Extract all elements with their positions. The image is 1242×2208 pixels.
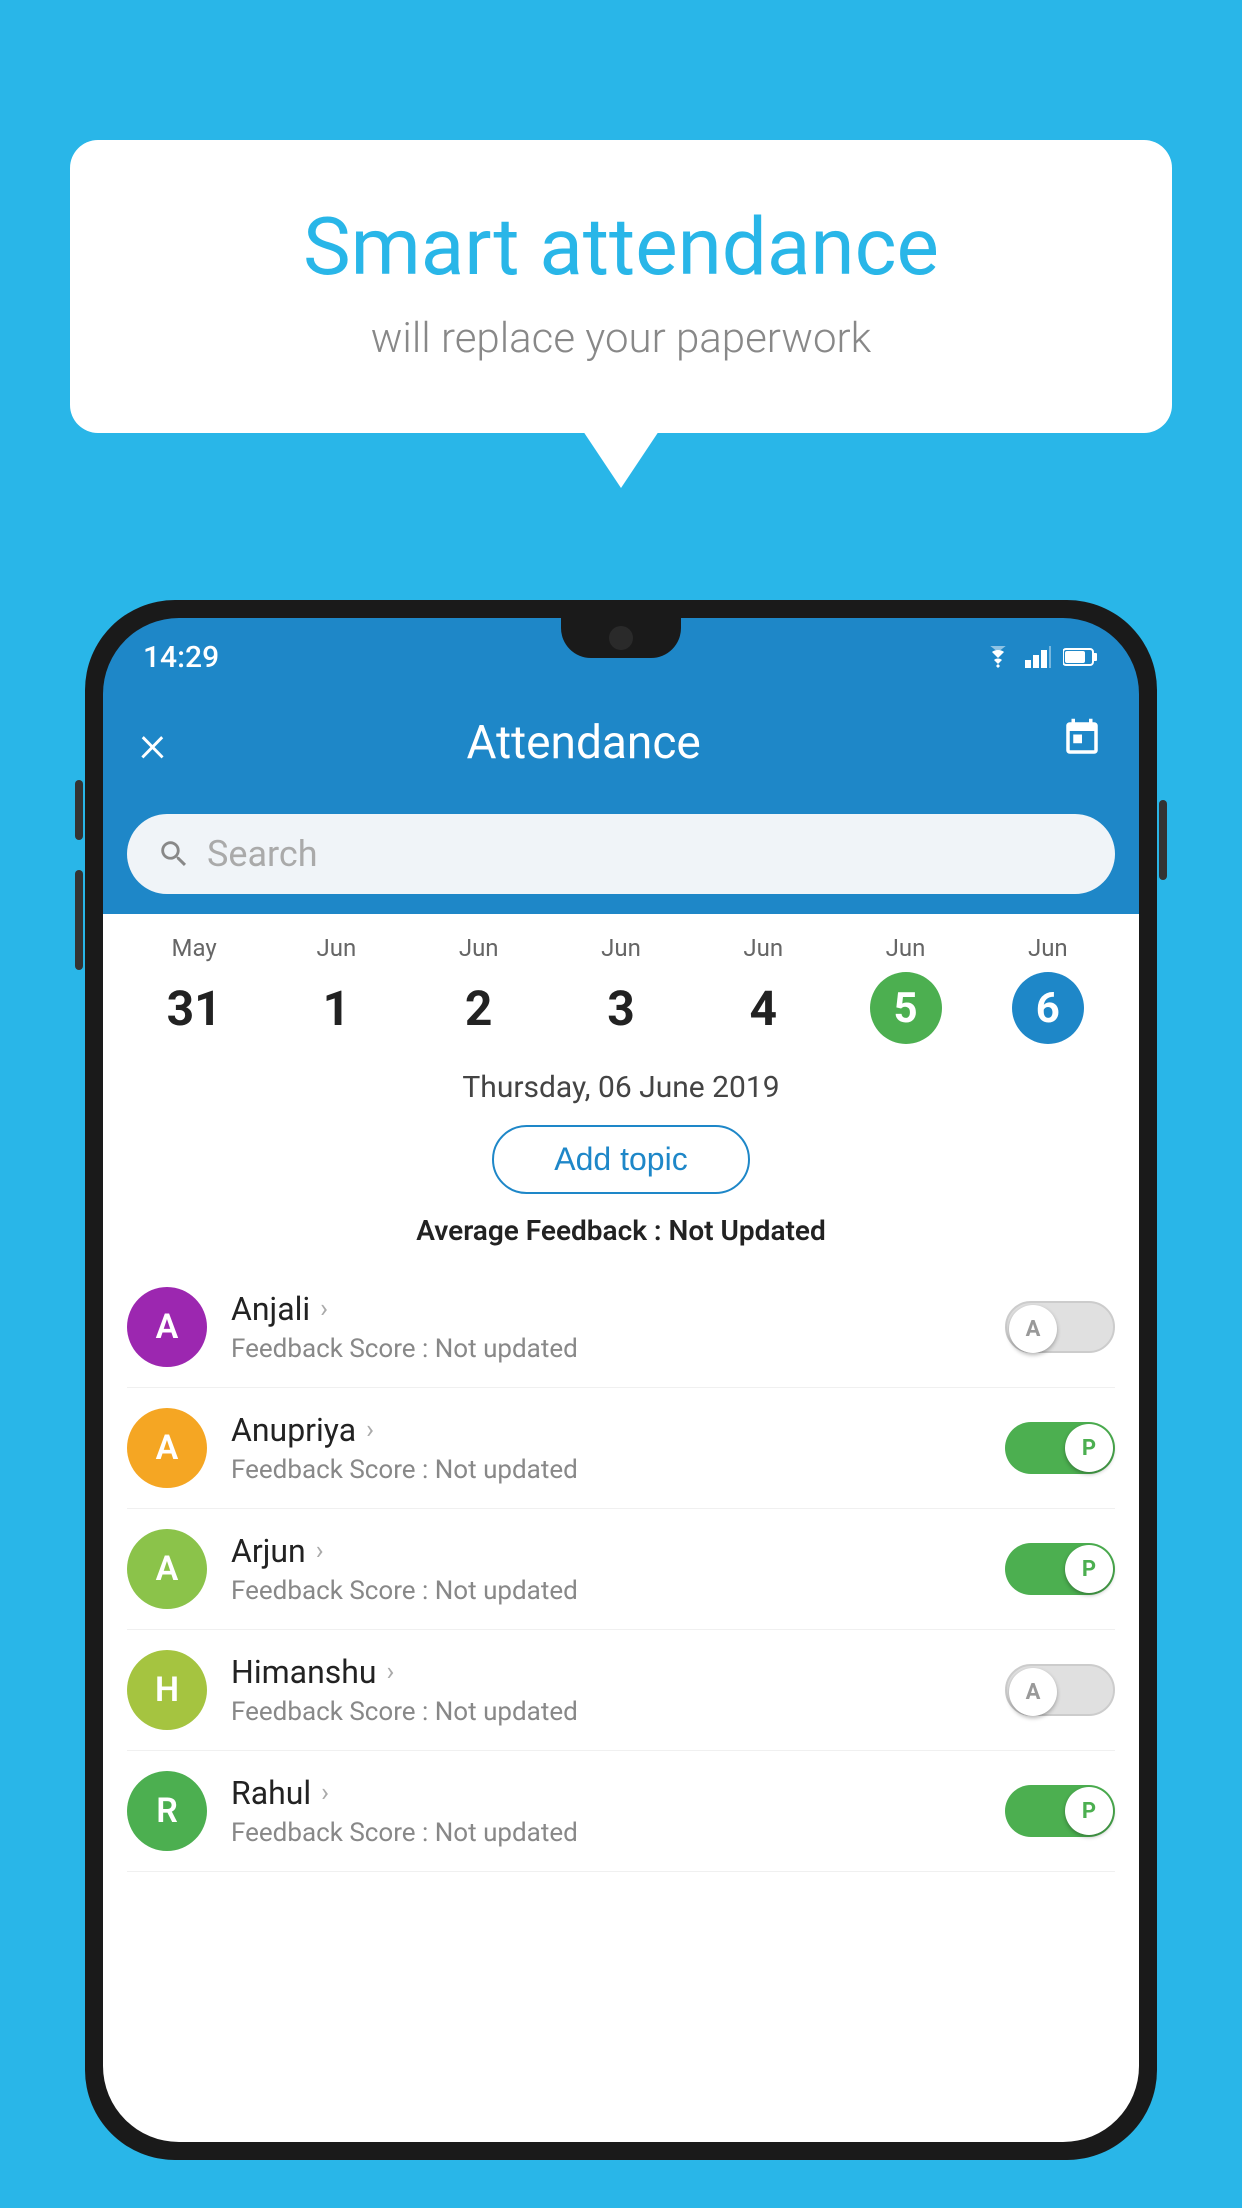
calendar-day[interactable]: Jun6 bbox=[977, 934, 1119, 1044]
phone-screen-content: Search May31Jun1Jun2Jun3Jun4Jun5Jun6 Thu… bbox=[103, 798, 1139, 2142]
student-name[interactable]: Anupriya › bbox=[231, 1411, 981, 1449]
chevron-right-icon: › bbox=[387, 1657, 395, 1687]
bubble-subtitle: will replace your paperwork bbox=[150, 314, 1092, 363]
app-bar: × Attendance bbox=[103, 688, 1139, 798]
phone-side-button-power bbox=[1159, 800, 1167, 880]
search-bar[interactable]: Search bbox=[127, 814, 1115, 894]
student-info: Himanshu › Feedback Score : Not updated bbox=[231, 1653, 981, 1727]
bubble-title: Smart attendance bbox=[150, 200, 1092, 294]
feedback-score: Feedback Score : Not updated bbox=[231, 1818, 981, 1848]
battery-icon bbox=[1063, 647, 1099, 667]
speech-bubble: Smart attendance will replace your paper… bbox=[70, 140, 1172, 433]
status-time: 14:29 bbox=[143, 640, 219, 675]
student-info: Anjali › Feedback Score : Not updated bbox=[231, 1290, 981, 1364]
avg-feedback-label: Average Feedback : bbox=[416, 1214, 661, 1247]
phone-notch bbox=[561, 618, 681, 658]
chevron-right-icon: › bbox=[366, 1415, 374, 1445]
phone-screen: 14:29 bbox=[103, 618, 1139, 2142]
student-row: A Arjun › Feedback Score : Not updated P bbox=[127, 1509, 1115, 1630]
wifi-icon bbox=[983, 646, 1013, 668]
avatar: H bbox=[127, 1650, 207, 1730]
feedback-score: Feedback Score : Not updated bbox=[231, 1576, 981, 1606]
calendar-day[interactable]: Jun4 bbox=[692, 934, 834, 1044]
avatar: A bbox=[127, 1408, 207, 1488]
chevron-right-icon: › bbox=[320, 1294, 328, 1324]
student-info: Arjun › Feedback Score : Not updated bbox=[231, 1532, 981, 1606]
app-bar-title: Attendance bbox=[196, 716, 971, 770]
student-name[interactable]: Arjun › bbox=[231, 1532, 981, 1570]
phone-outer: 14:29 bbox=[85, 600, 1157, 2160]
calendar-day[interactable]: May31 bbox=[123, 934, 265, 1044]
calendar-day[interactable]: Jun1 bbox=[265, 934, 407, 1044]
phone-wrapper: 14:29 bbox=[85, 600, 1157, 2208]
phone-camera bbox=[609, 626, 633, 650]
attendance-toggle[interactable]: P bbox=[1005, 1785, 1115, 1837]
calendar-day[interactable]: Jun2 bbox=[408, 934, 550, 1044]
chevron-right-icon: › bbox=[316, 1536, 324, 1566]
close-icon[interactable]: × bbox=[139, 713, 166, 774]
student-info: Rahul › Feedback Score : Not updated bbox=[231, 1774, 981, 1848]
student-name[interactable]: Rahul › bbox=[231, 1774, 981, 1812]
student-row: H Himanshu › Feedback Score : Not updated A bbox=[127, 1630, 1115, 1751]
phone-side-button-vol-up bbox=[75, 780, 83, 840]
student-row: A Anupriya › Feedback Score : Not updated P bbox=[127, 1388, 1115, 1509]
status-icons bbox=[983, 646, 1099, 668]
search-bar-container: Search bbox=[103, 798, 1139, 914]
search-icon bbox=[157, 837, 191, 871]
avg-feedback-value: Not Updated bbox=[669, 1214, 826, 1247]
phone-side-button-vol-down bbox=[75, 870, 83, 970]
avatar: A bbox=[127, 1529, 207, 1609]
feedback-score: Feedback Score : Not updated bbox=[231, 1697, 981, 1727]
student-name[interactable]: Himanshu › bbox=[231, 1653, 981, 1691]
signal-icon bbox=[1025, 646, 1051, 668]
feedback-score: Feedback Score : Not updated bbox=[231, 1334, 981, 1364]
attendance-toggle[interactable]: A bbox=[1005, 1664, 1115, 1716]
student-info: Anupriya › Feedback Score : Not updated bbox=[231, 1411, 981, 1485]
student-name[interactable]: Anjali › bbox=[231, 1290, 981, 1328]
speech-bubble-container: Smart attendance will replace your paper… bbox=[70, 140, 1172, 433]
attendance-toggle[interactable]: P bbox=[1005, 1422, 1115, 1474]
calendar-day[interactable]: Jun5 bbox=[834, 934, 976, 1044]
student-row: A Anjali › Feedback Score : Not updated A bbox=[127, 1267, 1115, 1388]
avg-feedback: Average Feedback : Not Updated bbox=[103, 1214, 1139, 1247]
attendance-toggle[interactable]: P bbox=[1005, 1543, 1115, 1595]
feedback-score: Feedback Score : Not updated bbox=[231, 1455, 981, 1485]
attendance-toggle[interactable]: A bbox=[1005, 1301, 1115, 1353]
calendar-strip: May31Jun1Jun2Jun3Jun4Jun5Jun6 bbox=[103, 914, 1139, 1054]
avatar: R bbox=[127, 1771, 207, 1851]
avatar: A bbox=[127, 1287, 207, 1367]
add-topic-button[interactable]: Add topic bbox=[492, 1125, 749, 1194]
chevron-right-icon: › bbox=[321, 1778, 329, 1808]
calendar-day[interactable]: Jun3 bbox=[550, 934, 692, 1044]
student-list: AAnjali ›Feedback Score : Not updatedAAA… bbox=[103, 1267, 1139, 1872]
student-row: R Rahul › Feedback Score : Not updated P bbox=[127, 1751, 1115, 1872]
selected-date-label: Thursday, 06 June 2019 bbox=[103, 1070, 1139, 1105]
calendar-icon[interactable] bbox=[1061, 717, 1103, 770]
search-input[interactable]: Search bbox=[207, 833, 318, 875]
